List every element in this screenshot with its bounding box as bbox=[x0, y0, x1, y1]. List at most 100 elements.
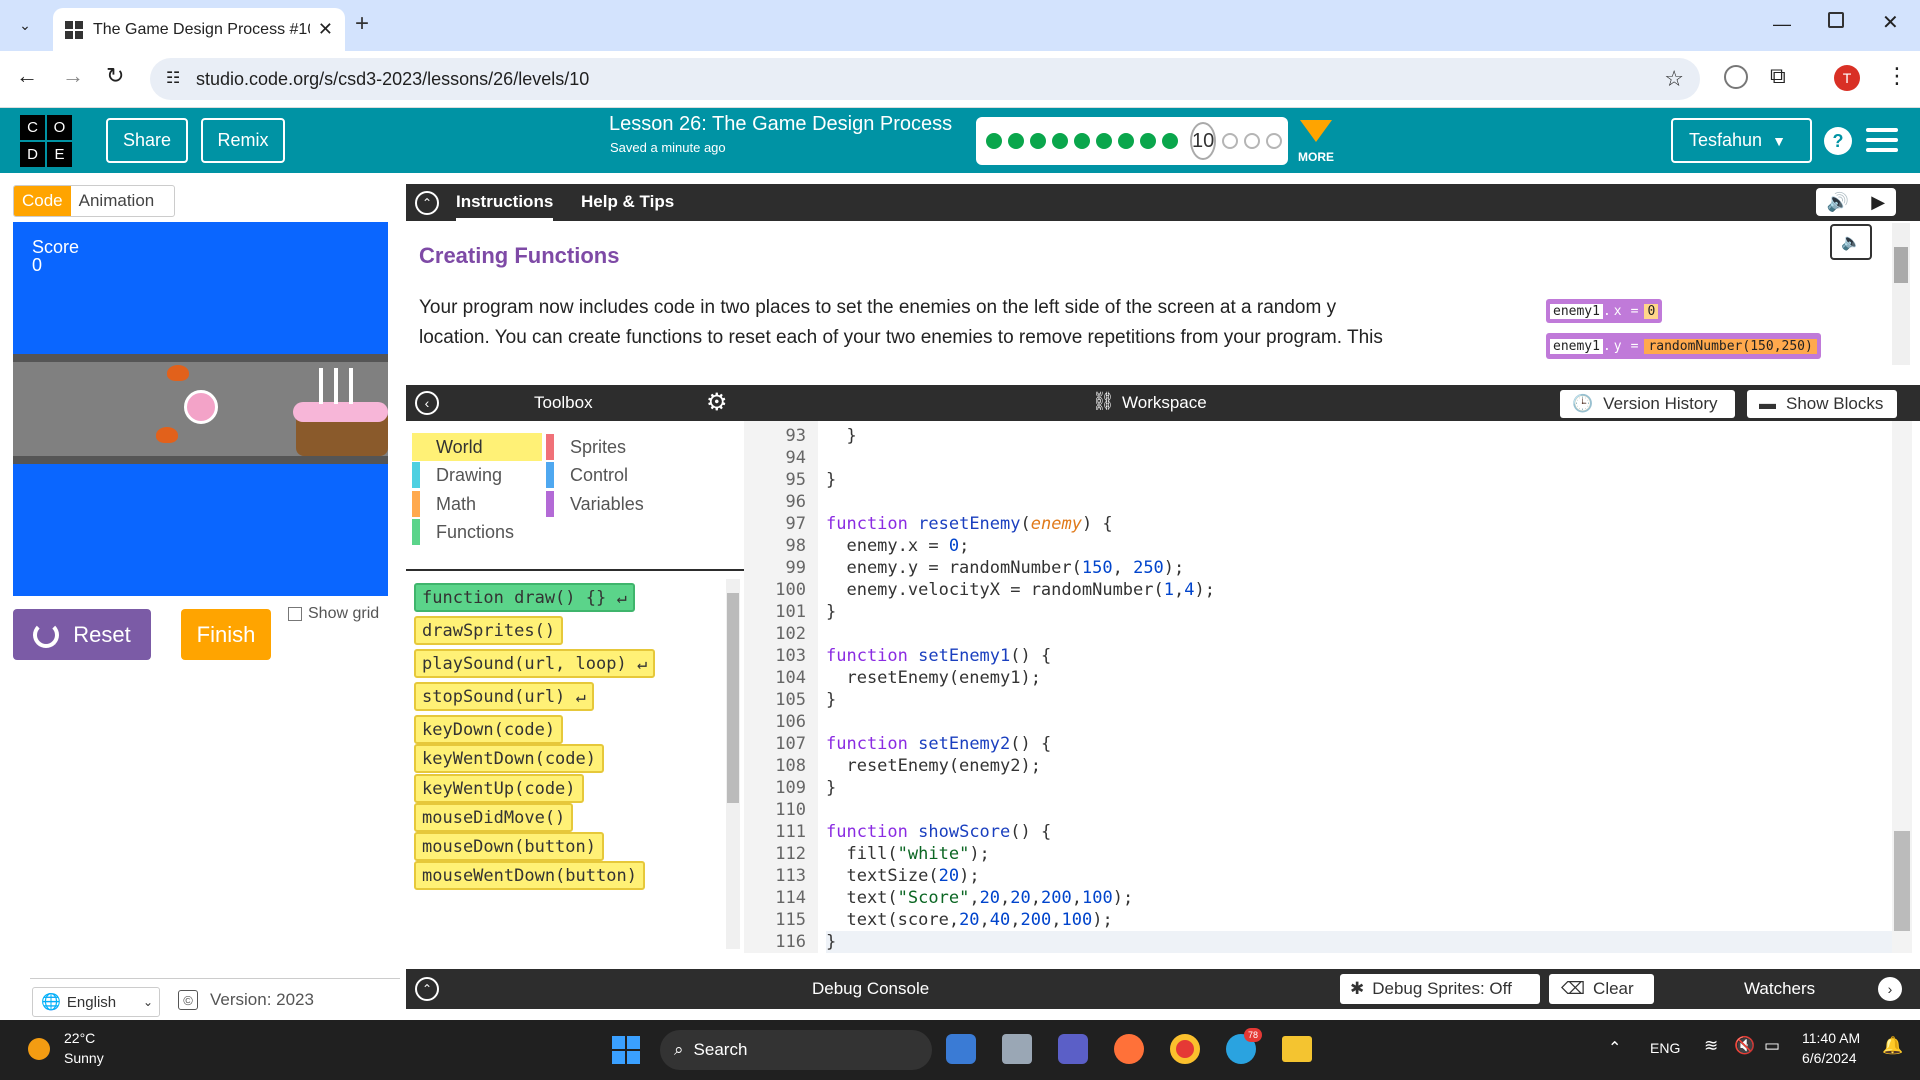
volume-mute-icon[interactable]: 🔇 bbox=[1734, 1036, 1755, 1056]
completed-level-dot[interactable] bbox=[1162, 133, 1178, 149]
game-canvas[interactable]: Score 0 bbox=[13, 222, 388, 596]
weather-condition[interactable]: Sunny bbox=[64, 1050, 104, 1066]
editor-scrollbar[interactable] bbox=[1892, 421, 1912, 953]
forward-icon[interactable]: → bbox=[62, 63, 84, 89]
collapse-instructions-icon[interactable]: ⌃ bbox=[415, 191, 439, 215]
wifi-icon[interactable]: ≋ bbox=[1704, 1036, 1718, 1056]
remaining-levels[interactable] bbox=[1222, 133, 1288, 149]
url-input[interactable]: ☷ studio.code.org/s/csd3-2023/lessons/26… bbox=[150, 58, 1700, 100]
volume-icon[interactable]: 🔊 bbox=[1827, 192, 1849, 213]
toolbox-block[interactable]: keyDown(code) bbox=[414, 715, 564, 744]
completed-level-dot[interactable] bbox=[1052, 133, 1068, 149]
category-math[interactable]: Math bbox=[412, 490, 476, 518]
code-line[interactable]: resetEnemy(enemy1); bbox=[826, 667, 1040, 689]
toolbox-block[interactable]: drawSprites() bbox=[414, 616, 564, 645]
current-level-bubble[interactable]: 10 bbox=[1190, 122, 1217, 160]
close-tab-icon[interactable]: ✕ bbox=[318, 19, 333, 40]
language-select[interactable]: 🌐 English ⌄ bbox=[32, 987, 160, 1017]
code-line[interactable]: } bbox=[826, 777, 836, 799]
more-chevron-icon[interactable] bbox=[1300, 120, 1332, 142]
toolbox-block[interactable]: mouseDidMove() bbox=[414, 803, 574, 832]
chrome-icon[interactable] bbox=[1170, 1034, 1200, 1064]
category-variables[interactable]: Variables bbox=[546, 490, 644, 518]
temperature[interactable]: 22°C bbox=[64, 1030, 95, 1046]
code-line[interactable]: } bbox=[826, 601, 836, 623]
code-line[interactable]: resetEnemy(enemy2); bbox=[826, 755, 1040, 777]
site-info-icon[interactable]: ☷ bbox=[166, 68, 180, 88]
code-line[interactable]: } bbox=[826, 931, 1908, 953]
code-line[interactable]: enemy.velocityX = randomNumber(1,4); bbox=[826, 579, 1215, 601]
more-label[interactable]: MORE bbox=[1298, 150, 1334, 164]
teams-icon[interactable] bbox=[1058, 1034, 1088, 1064]
windows-start-icon[interactable] bbox=[612, 1036, 640, 1064]
bookmark-star-icon[interactable]: ☆ bbox=[1664, 66, 1684, 92]
toolbox-block[interactable]: keyWentDown(code) bbox=[414, 744, 604, 773]
minimize-icon[interactable]: — bbox=[1773, 14, 1791, 35]
completed-level-dot[interactable] bbox=[1118, 133, 1134, 149]
toolbox-block[interactable]: playSound(url, loop) ↵ bbox=[414, 649, 656, 678]
collapse-toolbox-icon[interactable]: ‹ bbox=[415, 391, 439, 415]
close-window-icon[interactable]: ✕ bbox=[1882, 10, 1899, 35]
code-line[interactable]: fill("white"); bbox=[826, 843, 989, 865]
show-grid-option[interactable]: Show grid bbox=[288, 605, 379, 623]
code-line[interactable]: function setEnemy2() { bbox=[826, 733, 1051, 755]
file-explorer-icon[interactable] bbox=[1282, 1036, 1312, 1062]
completed-level-dot[interactable] bbox=[1140, 133, 1156, 149]
clock-time[interactable]: 11:40 AM bbox=[1802, 1030, 1860, 1046]
clear-button[interactable]: ⌫ Clear bbox=[1549, 974, 1654, 1004]
tray-chevron-icon[interactable]: ⌃ bbox=[1608, 1038, 1621, 1058]
user-menu-button[interactable]: Tesfahun ▼ bbox=[1671, 118, 1812, 163]
code-line[interactable]: text(score,20,40,200,100); bbox=[826, 909, 1112, 931]
category-sprites[interactable]: Sprites bbox=[546, 433, 626, 461]
code-line[interactable]: textSize(20); bbox=[826, 865, 979, 887]
battery-icon[interactable]: ▭ bbox=[1764, 1036, 1780, 1056]
toolbox-block[interactable]: mouseDown(button) bbox=[414, 832, 604, 861]
completed-level-dot[interactable] bbox=[1096, 133, 1112, 149]
finish-button[interactable]: Finish bbox=[181, 609, 271, 660]
notification-bell-icon[interactable]: 🔔 bbox=[1882, 1036, 1903, 1056]
input-language[interactable]: ENG bbox=[1650, 1040, 1680, 1056]
profile-avatar[interactable]: T bbox=[1834, 65, 1860, 91]
play-icon[interactable]: ▶ bbox=[1871, 192, 1885, 213]
task-view-icon[interactable] bbox=[1002, 1034, 1032, 1064]
completed-levels[interactable] bbox=[986, 133, 1184, 149]
completed-level-dot[interactable] bbox=[1008, 133, 1024, 149]
toolbox-block[interactable]: mouseWentDown(button) bbox=[414, 861, 645, 890]
browser-tab[interactable]: The Game Design Process #10 | ✕ bbox=[53, 8, 345, 51]
text-to-speech-icon[interactable]: 🔈 bbox=[1830, 224, 1872, 260]
code-line[interactable]: enemy.y = randomNumber(150, 250); bbox=[826, 557, 1184, 579]
toolbox-block[interactable]: function draw() {} ↵ bbox=[414, 583, 635, 612]
completed-level-dot[interactable] bbox=[986, 133, 1002, 149]
remaining-level-dot[interactable] bbox=[1244, 133, 1261, 149]
puzzle-icon[interactable]: ⧉ bbox=[1770, 63, 1786, 89]
version-history-button[interactable]: 🕒 Version History bbox=[1560, 390, 1735, 418]
code-line[interactable]: } bbox=[826, 469, 836, 491]
watchers-title[interactable]: Watchers bbox=[1744, 979, 1815, 999]
tab-list-icon[interactable]: ⌄ bbox=[10, 10, 40, 40]
category-world[interactable]: World bbox=[412, 433, 542, 461]
toolbox-scrollbar[interactable] bbox=[726, 579, 740, 949]
instructions-scrollbar[interactable] bbox=[1892, 223, 1910, 365]
code-line[interactable]: } bbox=[826, 425, 856, 447]
code-line[interactable]: function showScore() { bbox=[826, 821, 1051, 843]
reset-button[interactable]: Reset bbox=[13, 609, 151, 660]
expand-debug-icon[interactable]: ⌃ bbox=[415, 977, 439, 1001]
restore-icon[interactable] bbox=[1828, 12, 1844, 28]
clock-date[interactable]: 6/6/2024 bbox=[1802, 1050, 1857, 1066]
share-button[interactable]: Share bbox=[106, 118, 188, 163]
remaining-level-dot[interactable] bbox=[1222, 133, 1239, 149]
remix-button[interactable]: Remix bbox=[201, 118, 285, 163]
firefox-icon[interactable] bbox=[1114, 1034, 1144, 1064]
weather-sun-icon[interactable] bbox=[28, 1038, 50, 1060]
code-line[interactable]: enemy.x = 0; bbox=[826, 535, 969, 557]
code-line[interactable]: function setEnemy1() { bbox=[826, 645, 1051, 667]
completed-level-dot[interactable] bbox=[1074, 133, 1090, 149]
code-editor[interactable]: 93 94 95 96 97 98 99 100 101 102 103 104 105 106 107 10… bbox=[744, 421, 1920, 953]
completed-level-dot[interactable] bbox=[1030, 133, 1046, 149]
category-functions[interactable]: Functions bbox=[412, 518, 514, 546]
code-line[interactable]: text("Score",20,20,200,100); bbox=[826, 887, 1133, 909]
animation-tab[interactable]: Animation bbox=[71, 191, 163, 211]
show-grid-checkbox[interactable] bbox=[288, 607, 302, 621]
taskbar-search[interactable]: ⌕ Search bbox=[660, 1030, 932, 1070]
back-icon[interactable]: ← bbox=[16, 63, 38, 89]
